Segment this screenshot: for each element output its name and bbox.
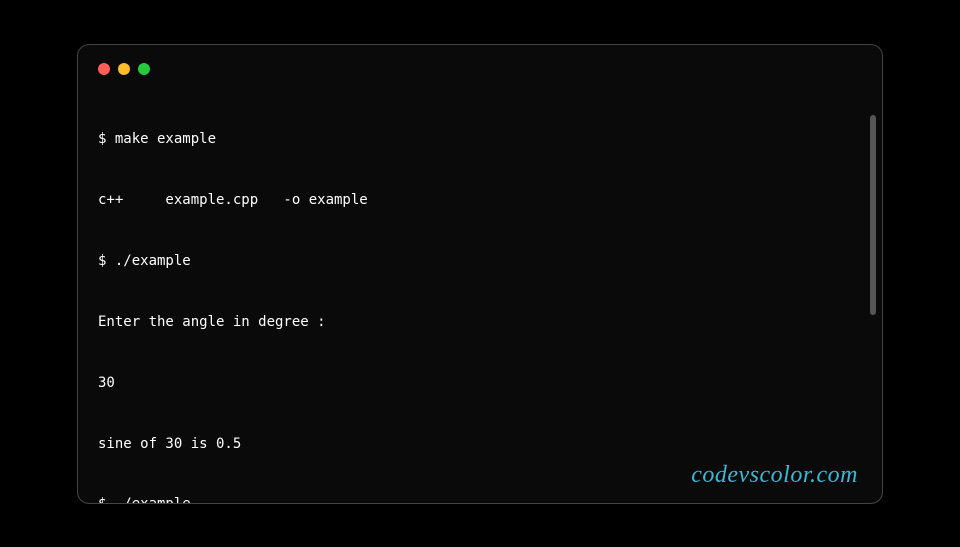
terminal-line: sine of 30 is 0.5 xyxy=(98,434,862,454)
terminal-line: 30 xyxy=(98,373,862,393)
terminal-line: $ ./example xyxy=(98,251,862,271)
terminal-line: $ ./example xyxy=(98,494,862,503)
terminal-line: Enter the angle in degree : xyxy=(98,312,862,332)
window-controls xyxy=(98,63,862,75)
watermark-text: codevscolor.com xyxy=(691,462,858,489)
terminal-window: $ make example c++ example.cpp -o exampl… xyxy=(77,44,883,504)
terminal-line: c++ example.cpp -o example xyxy=(98,190,862,210)
terminal-line: $ make example xyxy=(98,129,862,149)
scrollbar[interactable] xyxy=(870,115,876,315)
maximize-icon[interactable] xyxy=(138,63,150,75)
minimize-icon[interactable] xyxy=(118,63,130,75)
terminal-content[interactable]: $ make example c++ example.cpp -o exampl… xyxy=(98,89,862,504)
close-icon[interactable] xyxy=(98,63,110,75)
